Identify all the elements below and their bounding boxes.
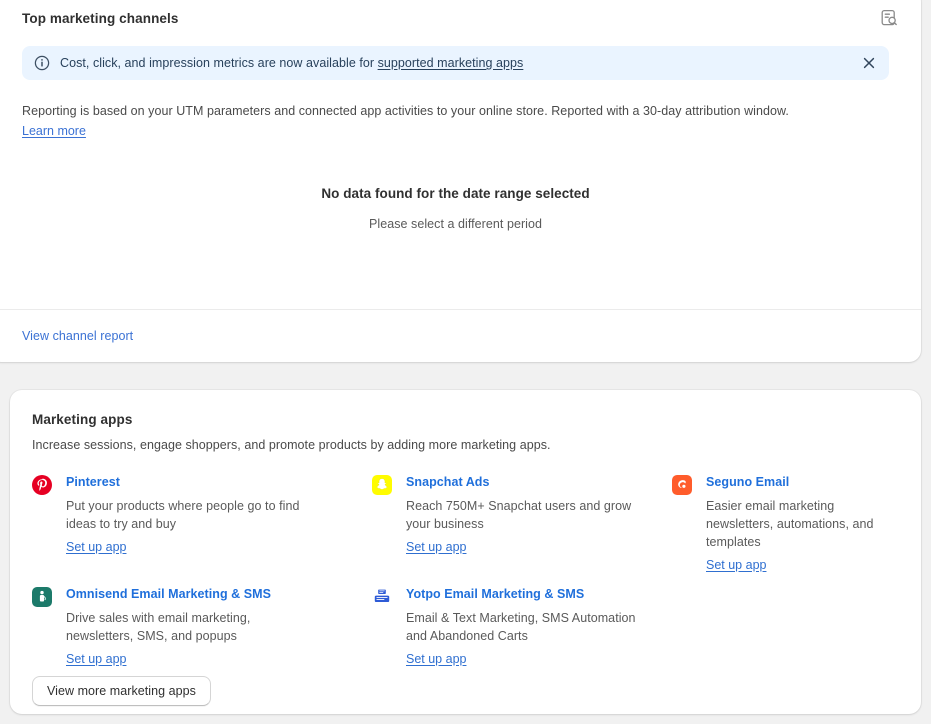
- app-description: Email & Text Marketing, SMS Automation a…: [406, 611, 636, 643]
- marketing-app-item: Omnisend Email Marketing & SMS Drive sal…: [32, 586, 372, 668]
- marketing-app-body: Seguno Email Easier email marketing news…: [706, 474, 879, 574]
- marketing-app-item: Snapchat Ads Reach 750M+ Snapchat users …: [372, 474, 672, 574]
- marketing-app-item: Seguno Email Easier email marketing news…: [672, 474, 899, 574]
- view-more-marketing-apps-button[interactable]: View more marketing apps: [32, 676, 211, 706]
- seguno-icon: [672, 475, 692, 495]
- marketing-app-body: Omnisend Email Marketing & SMS Drive sal…: [66, 586, 318, 668]
- set-up-app-link[interactable]: Set up app: [406, 652, 466, 666]
- empty-state-title: No data found for the date range selecte…: [321, 186, 590, 201]
- set-up-app-link[interactable]: Set up app: [406, 540, 466, 554]
- marketing-apps-title: Marketing apps: [32, 412, 133, 427]
- app-description: Easier email marketing newsletters, auto…: [706, 499, 874, 549]
- app-name-link[interactable]: Yotpo Email Marketing & SMS: [406, 586, 652, 602]
- channels-card-header: Top marketing channels: [0, 0, 921, 28]
- view-channel-report-link[interactable]: View channel report: [22, 329, 133, 343]
- app-name-link[interactable]: Seguno Email: [706, 474, 879, 490]
- marketing-app-body: Pinterest Put your products where people…: [66, 474, 318, 556]
- yotpo-icon: [372, 587, 392, 607]
- page-title: Top marketing channels: [22, 10, 179, 26]
- marketing-apps-grid-spacer: [672, 586, 899, 668]
- marketing-app-body: Yotpo Email Marketing & SMS Email & Text…: [406, 586, 652, 668]
- info-circle-icon: [34, 55, 50, 71]
- app-description: Put your products where people go to fin…: [66, 499, 300, 531]
- learn-more-link[interactable]: Learn more: [22, 124, 86, 138]
- top-marketing-channels-card: Top marketing channels Cost, click, and …: [0, 0, 921, 362]
- supported-marketing-apps-link[interactable]: supported marketing apps: [378, 56, 524, 70]
- marketing-apps-subtitle: Increase sessions, engage shoppers, and …: [32, 438, 551, 452]
- marketing-app-body: Snapchat Ads Reach 750M+ Snapchat users …: [406, 474, 652, 556]
- app-name-link[interactable]: Pinterest: [66, 474, 318, 490]
- empty-state: No data found for the date range selecte…: [0, 186, 921, 231]
- marketing-apps-card: Marketing apps Increase sessions, engage…: [10, 390, 921, 714]
- app-name-link[interactable]: Omnisend Email Marketing & SMS: [66, 586, 318, 602]
- reporting-description: Reporting is based on your UTM parameter…: [22, 104, 789, 118]
- set-up-app-link[interactable]: Set up app: [66, 540, 126, 554]
- set-up-app-link[interactable]: Set up app: [706, 558, 766, 572]
- snapchat-icon: [372, 475, 392, 495]
- empty-state-subtitle: Please select a different period: [368, 217, 542, 231]
- marketing-apps-grid: Pinterest Put your products where people…: [32, 474, 899, 668]
- marketing-apps-footer: View more marketing apps: [10, 668, 921, 706]
- channels-card-footer: View channel report: [0, 309, 921, 362]
- set-up-app-link[interactable]: Set up app: [66, 652, 126, 666]
- marketing-app-item: Pinterest Put your products where people…: [32, 474, 372, 574]
- marketing-app-item: Yotpo Email Marketing & SMS Email & Text…: [372, 586, 672, 668]
- pinterest-icon: [32, 475, 52, 495]
- info-banner-text: Cost, click, and impression metrics are …: [60, 56, 523, 70]
- omnisend-icon: [32, 587, 52, 607]
- info-banner: Cost, click, and impression metrics are …: [22, 46, 889, 80]
- app-name-link[interactable]: Snapchat Ads: [406, 474, 652, 490]
- app-description: Drive sales with email marketing, newsle…: [66, 611, 251, 643]
- close-icon[interactable]: [861, 55, 877, 71]
- app-description: Reach 750M+ Snapchat users and grow your…: [406, 499, 632, 531]
- info-banner-message: Cost, click, and impression metrics are …: [60, 56, 378, 70]
- report-search-icon[interactable]: [879, 8, 899, 28]
- marketing-apps-content: Marketing apps Increase sessions, engage…: [10, 390, 921, 668]
